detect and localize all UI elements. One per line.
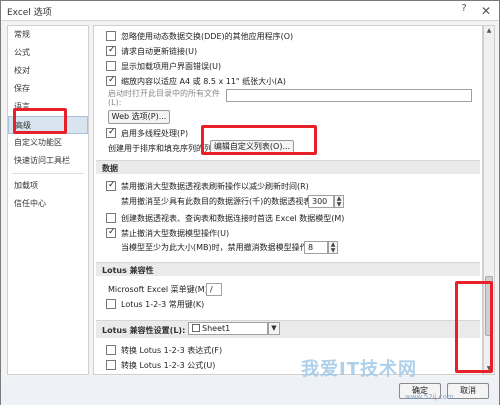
menu-key-row: Microsoft Excel 菜单键(M): / [94,282,482,298]
addin-errors-checkbox[interactable] [106,61,116,71]
scale-a4-checkbox[interactable] [106,75,116,86]
lotus-nav-keys-checkbox[interactable] [106,299,116,309]
pivot-rows-row: 禁用撤消至少具有此数目的数据源行(千)的数据透视表(N): 300 ▲ ▼ [94,194,482,210]
sidebar: 常规 公式 校对 保存 语言 高级 自定义功能区 快速访问工具栏 加载项 信任中… [7,25,89,375]
chevron-down-icon[interactable]: ▼ [268,322,280,335]
sidebar-item-formulas[interactable]: 公式 [8,44,88,62]
close-icon[interactable]: ✕ [477,3,495,19]
option-row: 转换 Lotus 1-2-3 公式(U) [94,359,482,373]
watermark-logo: 我爱IT技术网 [301,359,417,380]
startup-folder-input[interactable] [226,89,472,102]
menu-key-label: Microsoft Excel 菜单键(M): [108,285,211,294]
sidebar-item-general[interactable]: 常规 [8,26,88,44]
startup-folder-row: 启动时打开此目录中的所有文件 (L): [94,88,482,110]
option-row: Lotus 1-2-3 常用键(K) [94,298,482,312]
section-header-lotus: Lotus 兼容性 [96,262,480,276]
section-header-lotus-settings: Lotus 兼容性设置(L): [96,320,480,338]
section-title: Lotus 兼容性 [102,266,154,275]
menu-key-input[interactable]: / [206,283,222,296]
sidebar-item-proofing[interactable]: 校对 [8,62,88,80]
multithread-label: 启用多线程处理(P) [121,129,189,138]
transition-expression-label: 转换 Lotus 1-2-3 表达式(F) [121,346,223,355]
addin-errors-label: 显示加载项用户界面错误(U) [121,62,222,71]
scroll-up-icon[interactable]: ▲ [484,26,494,36]
transition-formula-checkbox[interactable] [106,360,116,370]
transition-expression-checkbox[interactable] [106,345,116,355]
section-title: Lotus 兼容性设置(L): [102,326,186,335]
scrollbar-highlight-box [455,281,493,373]
options-content: 忽略使用动态数据交换(DDE)的其他应用程序(O) 请求自动更新链接(U) 显示… [93,25,483,375]
window-title: Excel 选项 [7,8,52,18]
option-row: 显示加载项用户界面错误(U) [94,60,482,74]
ignore-dde-label: 忽略使用动态数据交换(DDE)的其他应用程序(O) [121,32,294,41]
excel-options-dialog: Excel 选项 ? ✕ 常规 公式 校对 保存 语言 高级 自定义功能区 快速… [0,0,500,405]
sidebar-divider [12,173,84,174]
lotus-sheet-value: Sheet1 [202,324,231,333]
transition-formula-label: 转换 Lotus 1-2-3 公式(U) [121,361,216,370]
scale-a4-label: 缩放内容以适应 A4 或 8.5 x 11" 纸张大小(A) [121,77,286,86]
option-row: 缩放内容以适应 A4 或 8.5 x 11" 纸张大小(A) [94,75,482,89]
model-size-label: 当模型至少为此大小(MB)时，禁用撤消数据模型操作(L): [121,243,322,252]
disable-undo-model-label: 禁止撤消大型数据模型操作(U) [121,229,230,238]
lotus-sheet-select[interactable]: Sheet1 [188,322,268,335]
custom-list-highlight-box [201,125,317,155]
disable-undo-model-checkbox[interactable] [106,227,116,238]
model-size-row: 当模型至少为此大小(MB)时，禁用撤消数据模型操作(L): 8 ▲ ▼ [94,240,482,256]
model-size-input[interactable]: 8 [304,241,328,254]
prefer-data-model-checkbox[interactable] [106,213,116,223]
option-row: 禁用撤消大型数据透视表刷新操作以减少刷新时间(R) [94,180,482,194]
update-links-label: 请求自动更新链接(U) [121,47,198,56]
sidebar-item-add-ins[interactable]: 加载项 [8,177,88,195]
startup-folder-label: 启动时打开此目录中的所有文件 [108,89,220,98]
pivot-rows-input[interactable]: 300 [308,195,334,208]
startup-folder-hotkey: (L): [108,98,122,107]
help-icon[interactable]: ? [455,3,473,19]
section-header-data: 数据 [96,160,480,174]
sidebar-item-save[interactable]: 保存 [8,80,88,98]
disable-undo-pivot-label: 禁用撤消大型数据透视表刷新操作以减少刷新时间(R) [121,182,309,191]
option-row: 禁止撤消大型数据模型操作(U) [94,227,482,241]
option-row: 忽略使用动态数据交换(DDE)的其他应用程序(O) [94,30,482,44]
sidebar-highlight-box [13,108,67,134]
sidebar-item-quick-access-toolbar[interactable]: 快速访问工具栏 [8,152,88,170]
multithread-checkbox[interactable] [106,127,116,138]
prefer-data-model-label: 创建数据透视表、查询表和数据连接时首选 Excel 数据模型(M) [121,214,345,223]
update-links-checkbox[interactable] [106,45,116,56]
pivot-rows-spinner[interactable]: ▲ ▼ [334,195,344,208]
title-bar: Excel 选项 ? ✕ [1,1,499,21]
lotus-nav-keys-label: Lotus 1-2-3 常用键(K) [121,300,205,309]
option-row: 请求自动更新链接(U) [94,45,482,59]
ignore-dde-checkbox[interactable] [106,31,116,41]
sheet-icon [192,324,200,332]
sidebar-item-customize-ribbon[interactable]: 自定义功能区 [8,134,88,152]
disable-undo-pivot-checkbox[interactable] [106,180,116,191]
model-size-spinner[interactable]: ▲ ▼ [328,241,338,254]
web-options-button[interactable]: Web 选项(P)... [108,110,170,124]
pivot-rows-label: 禁用撤消至少具有此数目的数据源行(千)的数据透视表(N): [121,197,327,206]
option-row: 创建数据透视表、查询表和数据连接时首选 Excel 数据模型(M) [94,212,482,226]
section-title: 数据 [102,164,118,173]
watermark-url: www.52ij.com [405,393,454,401]
sidebar-item-trust-center[interactable]: 信任中心 [8,195,88,213]
option-row: 转换 Lotus 1-2-3 表达式(F) [94,344,482,358]
